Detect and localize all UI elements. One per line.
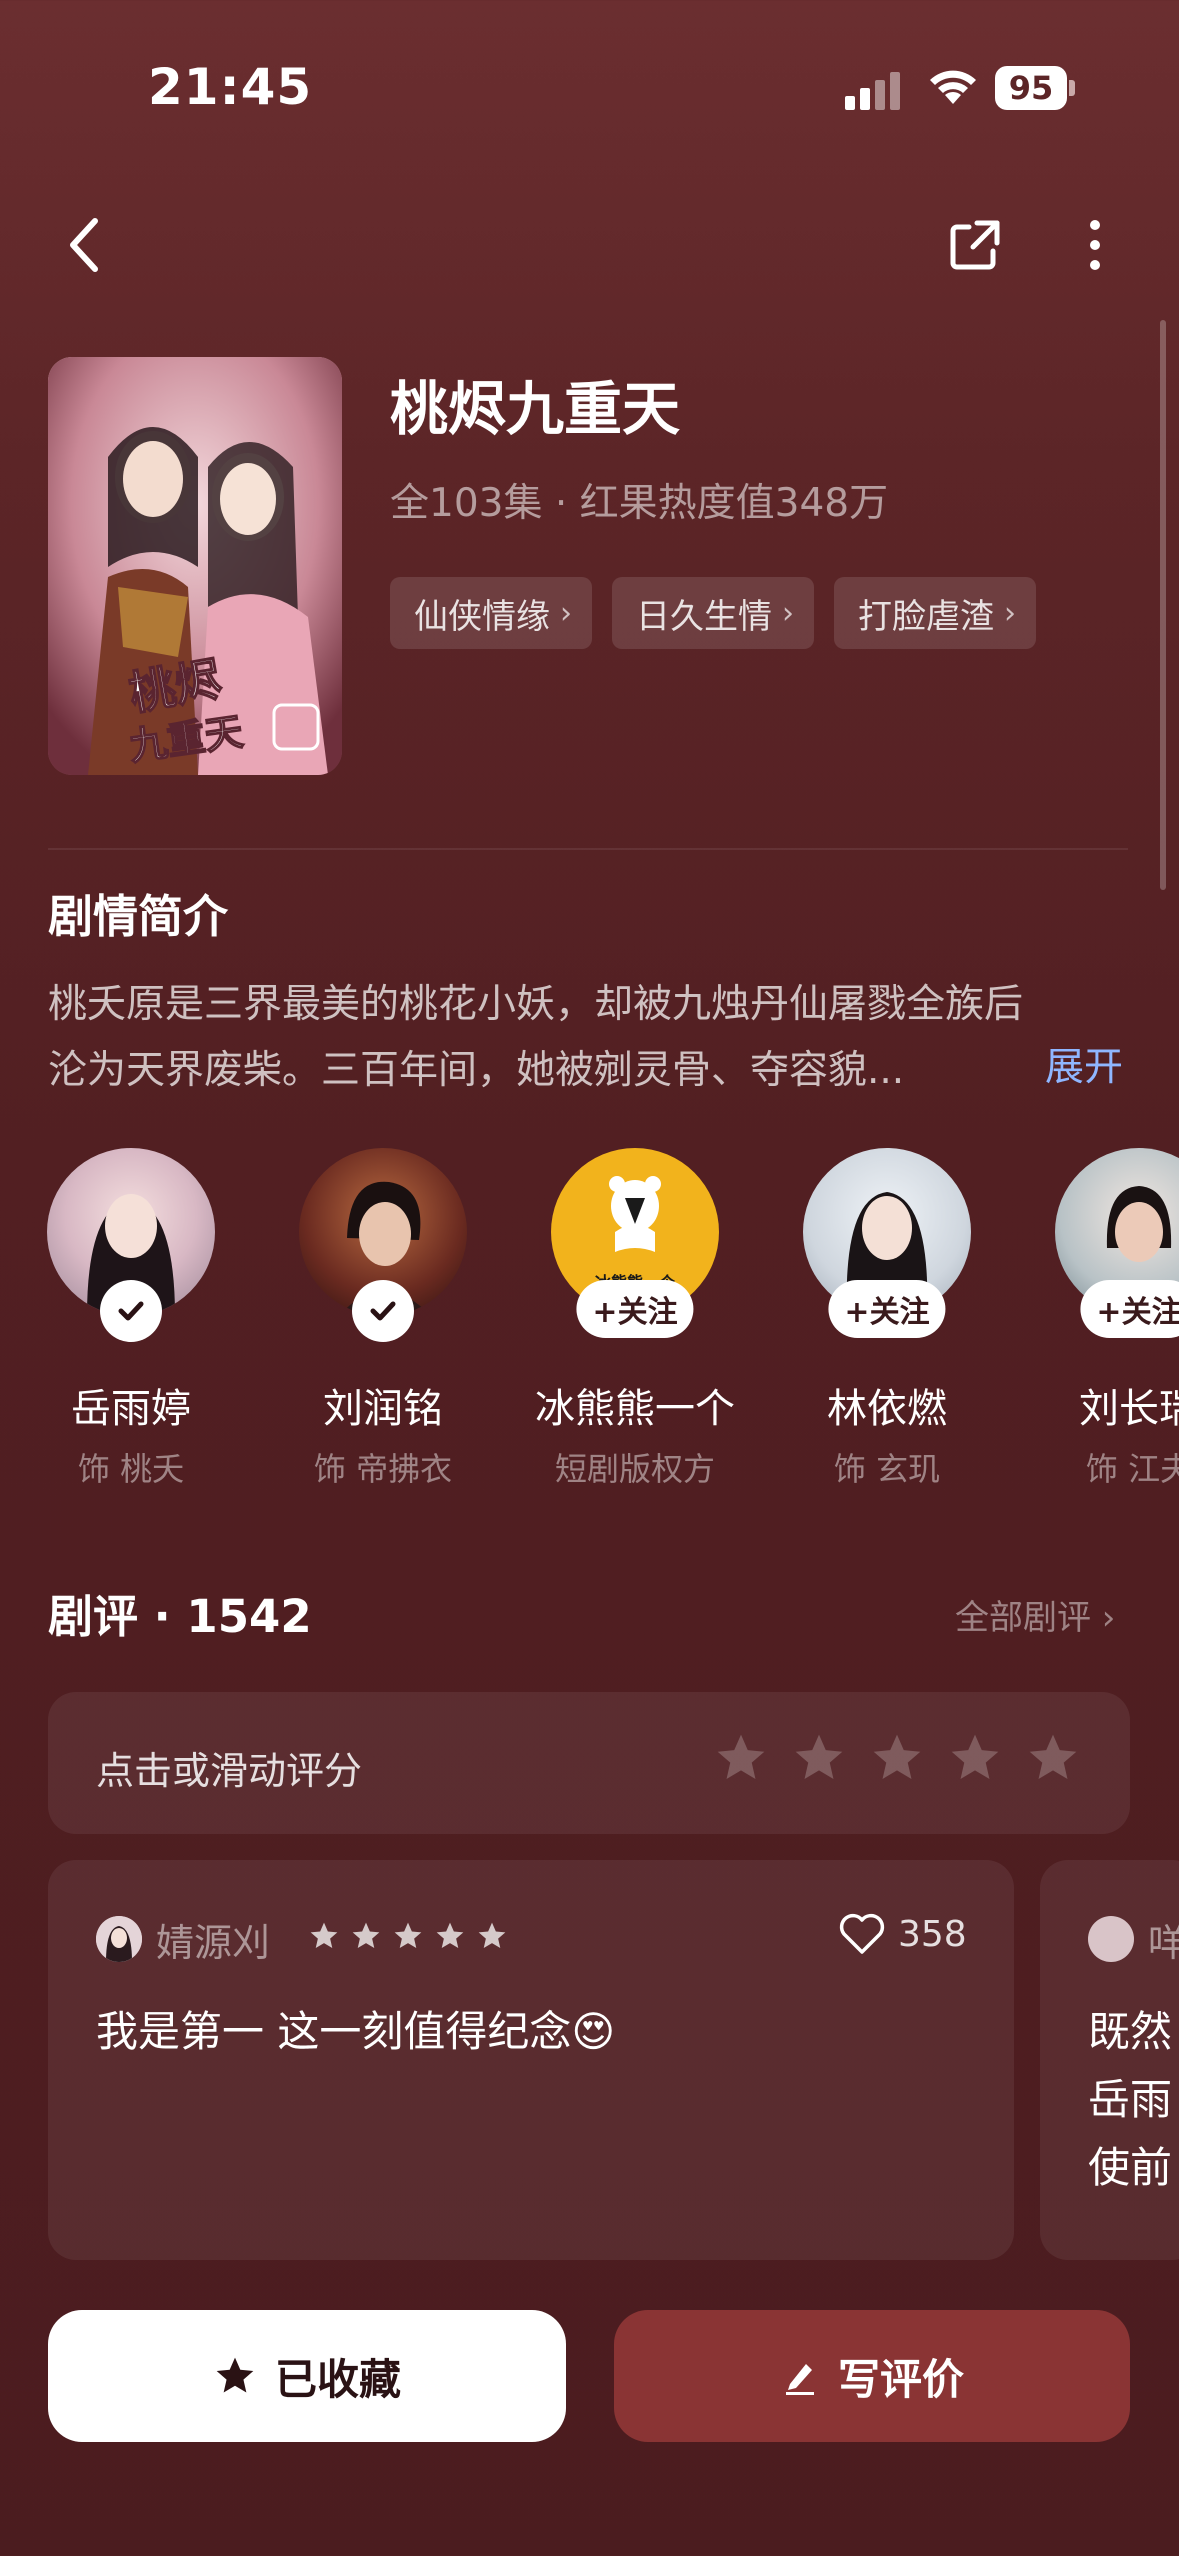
follow-button[interactable]: +关注 — [828, 1280, 946, 1338]
review-username[interactable]: 咩 — [1148, 1912, 1179, 1967]
cast-name: 林依燃 — [827, 1386, 947, 1432]
cast-member[interactable]: +关注 林依燃 饰 玄玑 — [767, 1148, 1007, 1490]
rating-input[interactable]: 点击或滑动评分 — [48, 1692, 1130, 1834]
rating-stars[interactable] — [713, 1730, 1081, 1786]
heart-icon — [839, 1913, 885, 1954]
star-icon — [394, 1922, 422, 1948]
divider — [48, 848, 1128, 850]
cast-name: 岳雨婷 — [71, 1386, 191, 1432]
followed-check-icon[interactable] — [100, 1280, 162, 1342]
review-text: 我是第一 这一刻值得纪念😍 — [96, 2007, 616, 2056]
like-button[interactable]: 358 — [838, 1912, 967, 1956]
cast-role: 短剧版权方 — [554, 1450, 715, 1488]
write-review-button[interactable]: 写评价 — [614, 2310, 1130, 2442]
back-button[interactable] — [50, 205, 120, 285]
chevron-right-icon: › — [782, 595, 794, 631]
favorite-label: 已收藏 — [274, 2354, 401, 2404]
cast-role: 饰 江夫 — [1085, 1450, 1179, 1488]
synopsis-heading: 剧情简介 — [48, 890, 229, 943]
scrollbar[interactable] — [1160, 320, 1166, 890]
cast-member[interactable]: 刘润铭 饰 帝拂衣 — [263, 1148, 503, 1490]
cast-name: 冰熊熊一个 — [535, 1386, 735, 1432]
rating-prompt: 点击或滑动评分 — [96, 1749, 363, 1793]
drama-title: 桃烬九重天 — [390, 375, 681, 443]
cellular-signal-icon — [845, 70, 905, 110]
more-options-button[interactable] — [1060, 205, 1130, 285]
chevron-left-icon — [70, 218, 98, 272]
more-vertical-icon — [1090, 220, 1100, 270]
drama-meta: 全103集 · 红果热度值348万 — [390, 481, 889, 526]
genre-tags: 仙侠情缘 › 日久生情 › 打脸虐渣 › — [390, 577, 1036, 649]
cast-role: 饰 玄玑 — [833, 1450, 941, 1488]
expand-synopsis-link[interactable]: 展开 — [1045, 1036, 1123, 1092]
share-button[interactable] — [940, 205, 1010, 285]
write-review-label: 写评价 — [837, 2354, 964, 2404]
star-icon — [795, 1734, 843, 1779]
cast-member[interactable]: 岳雨婷 饰 桃夭 — [11, 1148, 251, 1490]
genre-tag[interactable]: 日久生情 › — [612, 577, 814, 649]
star-icon — [436, 1922, 464, 1948]
wifi-icon — [925, 64, 981, 108]
status-time: 21:45 — [148, 58, 313, 116]
share-icon — [950, 220, 1000, 270]
battery-icon: 95 — [995, 66, 1075, 110]
review-card[interactable]: 婧源刈 358 我是第一 这一刻值得纪念😍 — [48, 1860, 1014, 2260]
star-icon — [951, 1734, 999, 1779]
star-icon — [478, 1922, 506, 1948]
like-count: 358 — [898, 1913, 967, 1955]
cast-member[interactable]: +关注 刘长瑞 饰 江夫 — [1019, 1148, 1179, 1490]
chevron-right-icon: › — [560, 595, 572, 631]
review-card[interactable]: 咩 既然 岳雨 使前 — [1040, 1860, 1179, 2260]
battery-level: 95 — [1008, 69, 1054, 107]
chevron-right-icon: › — [1004, 595, 1016, 631]
review-text: 既然 岳雨 使前 — [1088, 2007, 1173, 2192]
synopsis-text: 桃夭原是三界最美的桃花小妖，却被九烛丹仙屠戮全族后 沦为天界废柴。三百年间，她被… — [48, 982, 1024, 1093]
all-reviews-link[interactable]: 全部剧评 › — [955, 1590, 1115, 1639]
drama-poster[interactable]: 桃烬 九重天 — [48, 357, 342, 775]
star-icon — [1029, 1734, 1077, 1779]
star-icon — [352, 1922, 380, 1948]
avatar[interactable] — [96, 1916, 142, 1962]
star-icon — [310, 1922, 338, 1948]
cast-member[interactable]: 冰熊熊一个 +关注 冰熊熊一个 短剧版权方 — [515, 1148, 755, 1490]
follow-button[interactable]: +关注 — [576, 1280, 694, 1338]
review-username[interactable]: 婧源刈 — [156, 1912, 270, 1967]
follow-button[interactable]: +关注 — [1080, 1280, 1179, 1338]
favorite-button[interactable]: 已收藏 — [48, 2310, 566, 2442]
avatar[interactable] — [1088, 1916, 1134, 1962]
genre-tag[interactable]: 仙侠情缘 › — [390, 577, 592, 649]
star-icon — [717, 1734, 765, 1779]
genre-tag[interactable]: 打脸虐渣 › — [834, 577, 1036, 649]
star-icon — [873, 1734, 921, 1779]
star-icon — [216, 2357, 254, 2393]
review-rating — [308, 1920, 508, 1952]
cast-role: 饰 桃夭 — [77, 1450, 185, 1488]
cast-name: 刘润铭 — [323, 1386, 443, 1432]
reviews-heading: 剧评 · 1542 — [48, 1590, 312, 1643]
cast-role: 饰 帝拂衣 — [313, 1450, 453, 1488]
followed-check-icon[interactable] — [352, 1280, 414, 1342]
cast-name: 刘长瑞 — [1079, 1386, 1179, 1432]
pen-icon — [785, 2364, 814, 2395]
